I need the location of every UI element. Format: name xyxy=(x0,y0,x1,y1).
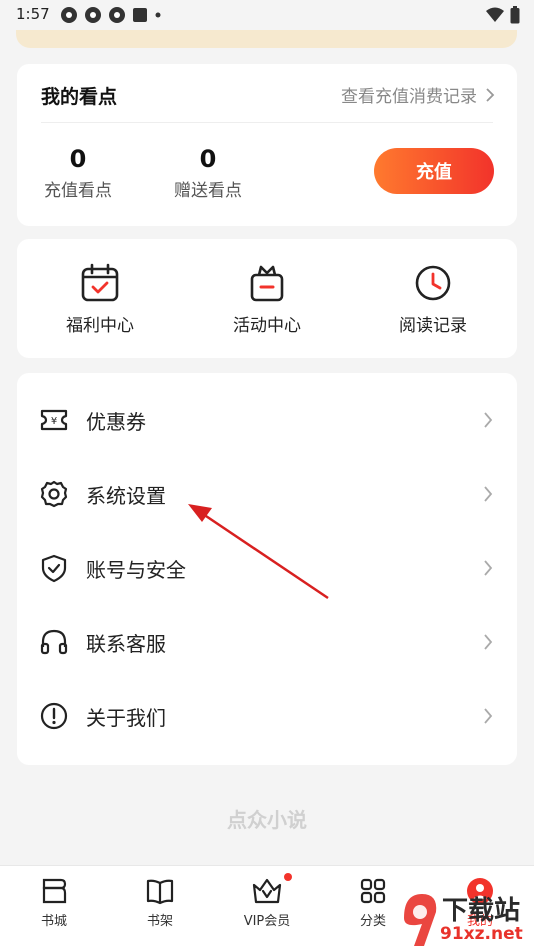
nav-item-vip[interactable]: VIP会员 xyxy=(222,873,312,929)
bookstore-icon xyxy=(42,878,67,904)
crown-icon xyxy=(252,878,282,904)
brand-logo: 点众小说 xyxy=(0,804,534,833)
book-icon xyxy=(146,879,174,905)
watermark-logo-icon xyxy=(404,894,437,946)
nav-label: 书城 xyxy=(40,914,67,929)
brand-name: 点众小说 xyxy=(227,808,307,832)
site-watermark: 下载站 91xz.net xyxy=(400,888,534,950)
nav-item-bookstore[interactable]: 书城 xyxy=(9,876,99,929)
nav-label: VIP会员 xyxy=(243,914,291,929)
notification-dot xyxy=(284,873,292,881)
watermark-url: 91xz.net xyxy=(440,924,523,944)
nav-item-bookshelf[interactable]: 书架 xyxy=(115,876,205,929)
nav-label: 书架 xyxy=(146,914,173,929)
watermark-title: 下载站 xyxy=(442,896,521,926)
grid-icon xyxy=(360,878,386,904)
